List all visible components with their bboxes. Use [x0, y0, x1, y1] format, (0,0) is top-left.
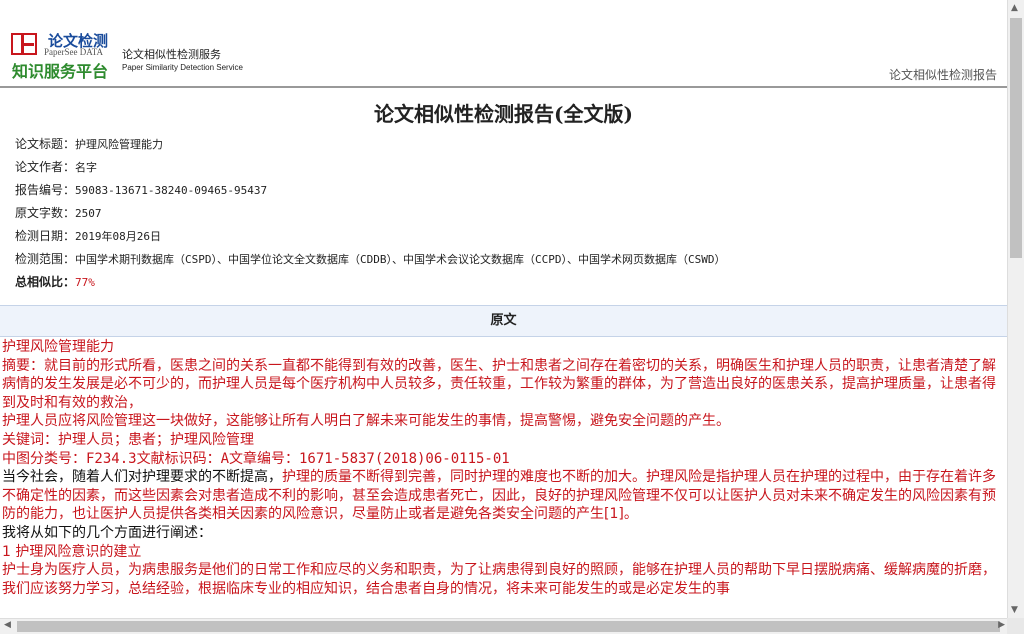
logo-platform: 知识服务平台: [12, 62, 109, 81]
original-text: 护理风险管理能力 摘要：就目前的形式所看，医患之间的关系一直都不能得到有效的改善…: [2, 338, 997, 598]
paragraph: 护理人员应将风险管理这一块做好，这能够让所有人明白了解未来可能发生的事情，提高警…: [2, 413, 730, 430]
meta-date: 检测日期：2019年08月26日: [15, 229, 161, 243]
scroll-left-icon[interactable]: ◀: [4, 620, 11, 630]
header-divider: [0, 86, 1007, 88]
paragraph: 护士身为医疗人员，为病患服务是他们的日常工作和应尽的义务和职责，为了让病患得到良…: [2, 562, 996, 597]
vertical-scrollbar[interactable]: ▲ ▼: [1007, 0, 1024, 618]
paragraph-keywords: 关键词：护理人员；患者；护理风险管理: [2, 431, 254, 448]
meta-word-count: 原文字数：2507: [15, 206, 102, 220]
logo-mark: [11, 33, 37, 55]
horizontal-scroll-thumb[interactable]: [17, 621, 1000, 632]
scrollbar-corner: [1007, 618, 1024, 634]
paragraph-title: 护理风险管理能力: [2, 339, 114, 355]
report-meta: 论文标题：护理风险管理能力 论文作者：名字 报告编号：59083-13671-3…: [15, 136, 725, 297]
paragraph: 当今社会，随着人们对护理要求的不断提高，护理的质量不断得到完善，同时护理的难度也…: [2, 469, 996, 523]
meta-scope: 检测范围：中国学术期刊数据库（CSPD）、中国学位论文全文数据库（CDDB）、中…: [15, 252, 726, 266]
horizontal-scrollbar[interactable]: ◀ ▶: [0, 618, 1007, 634]
report-page: 论文检测 PaperSee DATA 知识服务平台 论文相似性检测服务 Pape…: [0, 0, 1007, 618]
meta-author: 论文作者：名字: [15, 160, 98, 174]
vertical-scroll-thumb[interactable]: [1010, 18, 1022, 258]
page-title: 论文相似性检测报告(全文版): [374, 102, 633, 126]
paragraph-abstract: 摘要：就目前的形式所看，医患之间的关系一直都不能得到有效的改善，医生、护士和患者…: [2, 357, 996, 411]
scroll-right-icon[interactable]: ▶: [998, 620, 1005, 630]
service-name-en: Paper Similarity Detection Service: [122, 63, 243, 72]
service-name: 论文相似性检测服务: [122, 48, 221, 61]
paragraph-classification: 中图分类号：F234.3文献标识码：A文章编号：1671-5837(2018)0…: [2, 450, 510, 467]
meta-report-id: 报告编号：59083-13671-38240-09465-95437: [15, 183, 268, 197]
section-header-original: 原文: [0, 305, 1007, 337]
scroll-up-icon[interactable]: ▲: [1011, 3, 1018, 13]
meta-similarity: 总相似比：77%: [15, 275, 95, 289]
meta-title: 论文标题：护理风险管理能力: [15, 137, 164, 151]
scroll-down-icon[interactable]: ▼: [1011, 605, 1018, 615]
paragraph: 我将从如下的几个方面进行阐述：: [2, 524, 212, 541]
header: 论文检测 PaperSee DATA 知识服务平台 论文相似性检测服务 Pape…: [0, 0, 1007, 88]
paragraph-heading: 1 护理风险意识的建立: [2, 543, 142, 560]
logo-subtitle: PaperSee DATA: [44, 47, 104, 57]
header-report-label: 论文相似性检测报告: [888, 68, 997, 82]
